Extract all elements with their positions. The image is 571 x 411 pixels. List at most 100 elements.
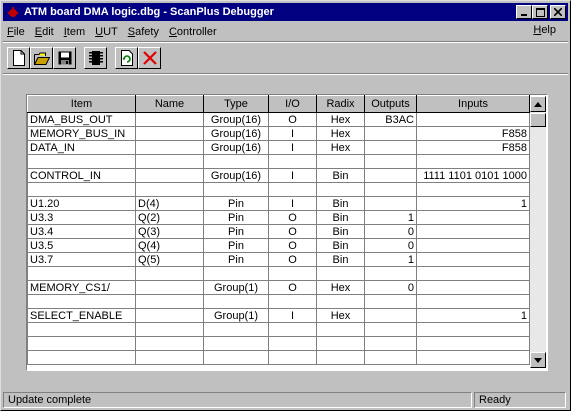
- inputs-cell[interactable]: [416, 336, 530, 351]
- name-cell[interactable]: Q(3): [135, 224, 204, 239]
- menu-file[interactable]: File: [3, 26, 29, 38]
- items-grid[interactable]: Item Name Type I/O Radix Outputs Inputs …: [26, 94, 548, 371]
- radix-cell[interactable]: Hex: [316, 126, 365, 141]
- radix-cell[interactable]: Bin: [316, 168, 365, 183]
- table-row[interactable]: [27, 322, 530, 337]
- inputs-cell[interactable]: 1111 1101 0101 1000: [416, 168, 530, 183]
- inputs-cell[interactable]: F858: [416, 126, 530, 141]
- io-cell[interactable]: O: [268, 280, 317, 295]
- item-cell[interactable]: MEMORY_CS1/: [27, 280, 136, 295]
- name-cell[interactable]: [135, 266, 204, 281]
- name-cell[interactable]: [135, 112, 204, 127]
- radix-cell[interactable]: [316, 322, 365, 337]
- radix-cell[interactable]: Hex: [316, 140, 365, 155]
- name-cell[interactable]: Q(4): [135, 238, 204, 253]
- type-cell[interactable]: [203, 336, 269, 351]
- item-cell[interactable]: MEMORY_BUS_IN: [27, 126, 136, 141]
- outputs-cell[interactable]: 1: [364, 252, 417, 267]
- type-cell[interactable]: [203, 266, 269, 281]
- radix-cell[interactable]: [316, 294, 365, 309]
- table-row[interactable]: U3.3 Q(2) Pin O Bin 1: [27, 210, 530, 225]
- type-cell[interactable]: Pin: [203, 238, 269, 253]
- inputs-cell[interactable]: [416, 266, 530, 281]
- radix-cell[interactable]: [316, 350, 365, 365]
- menu-controller[interactable]: Controller: [165, 26, 221, 38]
- inputs-cell[interactable]: [416, 294, 530, 309]
- name-cell[interactable]: [135, 126, 204, 141]
- item-cell[interactable]: [27, 294, 136, 309]
- name-cell[interactable]: [135, 154, 204, 169]
- io-cell[interactable]: O: [268, 224, 317, 239]
- type-cell[interactable]: Group(1): [203, 280, 269, 295]
- inputs-cell[interactable]: [416, 350, 530, 365]
- io-cell[interactable]: [268, 350, 317, 365]
- outputs-cell[interactable]: [364, 336, 417, 351]
- item-cell[interactable]: [27, 154, 136, 169]
- minimize-button[interactable]: [516, 5, 532, 19]
- inputs-cell[interactable]: F858: [416, 140, 530, 155]
- outputs-cell[interactable]: [364, 168, 417, 183]
- outputs-cell[interactable]: [364, 266, 417, 281]
- table-row[interactable]: [27, 294, 530, 309]
- radix-cell[interactable]: [316, 266, 365, 281]
- io-cell[interactable]: [268, 322, 317, 337]
- save-button[interactable]: [53, 47, 76, 69]
- open-folder-button[interactable]: [30, 47, 53, 69]
- table-row[interactable]: SELECT_ENABLE Group(1) I Hex 1: [27, 308, 530, 323]
- type-cell[interactable]: [203, 350, 269, 365]
- type-cell[interactable]: Group(16): [203, 140, 269, 155]
- name-cell[interactable]: [135, 168, 204, 183]
- name-cell[interactable]: [135, 322, 204, 337]
- name-cell[interactable]: [135, 308, 204, 323]
- table-row[interactable]: [27, 154, 530, 169]
- inputs-cell[interactable]: [416, 112, 530, 127]
- menu-safety[interactable]: Safety: [124, 26, 163, 38]
- io-cell[interactable]: [268, 336, 317, 351]
- name-cell[interactable]: Q(2): [135, 210, 204, 225]
- item-cell[interactable]: [27, 336, 136, 351]
- inputs-cell[interactable]: 1: [416, 196, 530, 211]
- table-row[interactable]: [27, 350, 530, 365]
- outputs-cell[interactable]: B3AC: [364, 112, 417, 127]
- delete-button[interactable]: [138, 47, 161, 69]
- outputs-cell[interactable]: 0: [364, 238, 417, 253]
- radix-cell[interactable]: Bin: [316, 238, 365, 253]
- menu-uut[interactable]: UUT: [91, 26, 122, 38]
- type-cell[interactable]: Pin: [203, 252, 269, 267]
- table-row[interactable]: U1.20 D(4) Pin I Bin 1: [27, 196, 530, 211]
- radix-cell[interactable]: Hex: [316, 112, 365, 127]
- type-cell[interactable]: [203, 154, 269, 169]
- io-cell[interactable]: [268, 154, 317, 169]
- inputs-cell[interactable]: [416, 238, 530, 253]
- column-header-outputs[interactable]: Outputs: [364, 95, 417, 113]
- type-cell[interactable]: Group(16): [203, 126, 269, 141]
- outputs-cell[interactable]: [364, 126, 417, 141]
- table-row[interactable]: U3.5 Q(4) Pin O Bin 0: [27, 238, 530, 253]
- uut-chip-button[interactable]: [84, 47, 107, 69]
- vertical-scrollbar[interactable]: [530, 96, 546, 368]
- column-header-type[interactable]: Type: [203, 95, 269, 113]
- io-cell[interactable]: [268, 182, 317, 197]
- io-cell[interactable]: I: [268, 168, 317, 183]
- io-cell[interactable]: I: [268, 126, 317, 141]
- type-cell[interactable]: [203, 182, 269, 197]
- inputs-cell[interactable]: 1: [416, 308, 530, 323]
- table-row[interactable]: CONTROL_IN Group(16) I Bin 1111 1101 0101 10…: [27, 168, 530, 183]
- column-header-name[interactable]: Name: [135, 95, 204, 113]
- outputs-cell[interactable]: [364, 322, 417, 337]
- name-cell[interactable]: [135, 280, 204, 295]
- inputs-cell[interactable]: [416, 322, 530, 337]
- type-cell[interactable]: [203, 294, 269, 309]
- type-cell[interactable]: Group(16): [203, 112, 269, 127]
- column-header-io[interactable]: I/O: [268, 95, 317, 113]
- menu-edit[interactable]: Edit: [31, 26, 58, 38]
- item-cell[interactable]: U3.5: [27, 238, 136, 253]
- radix-cell[interactable]: Hex: [316, 280, 365, 295]
- radix-cell[interactable]: [316, 182, 365, 197]
- name-cell[interactable]: [135, 336, 204, 351]
- inputs-cell[interactable]: [416, 182, 530, 197]
- radix-cell[interactable]: [316, 154, 365, 169]
- app-icon[interactable]: [6, 5, 20, 19]
- name-cell[interactable]: [135, 350, 204, 365]
- item-cell[interactable]: DMA_BUS_OUT: [27, 112, 136, 127]
